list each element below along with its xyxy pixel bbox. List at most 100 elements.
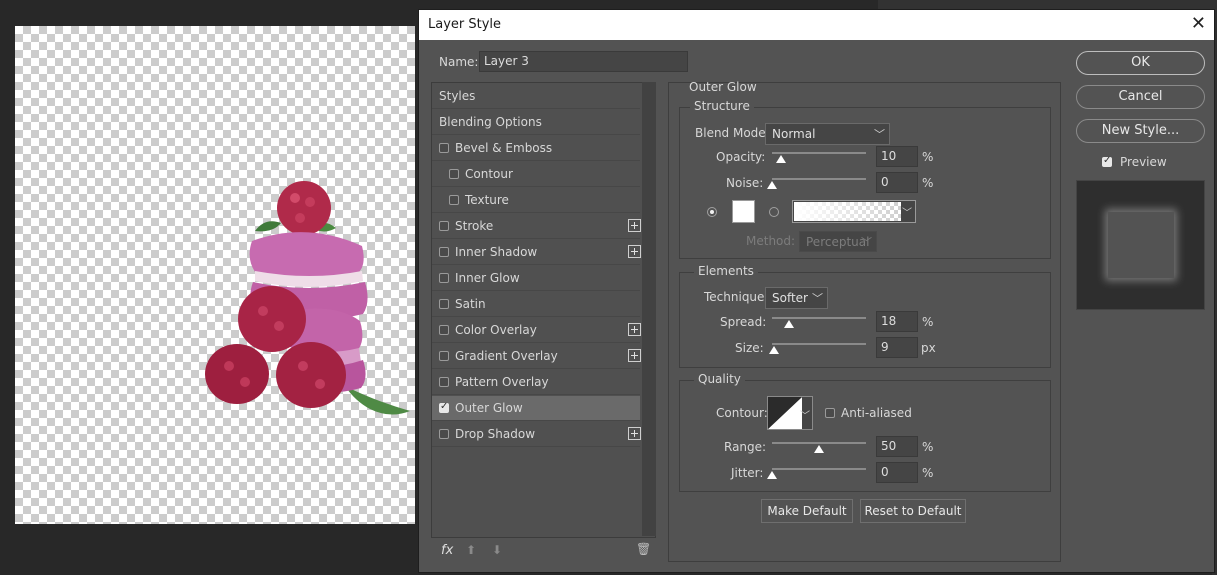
technique-value: Softer [772,291,808,305]
opacity-slider-track[interactable] [772,152,866,154]
contour-label: Contour: [716,406,768,420]
quality-title: Quality [694,372,745,386]
chevron-down-icon: ﹀ [812,292,823,305]
style-item-texture[interactable]: Texture [432,188,640,213]
size-slider-track[interactable] [772,343,866,345]
style-checkbox[interactable] [439,273,449,283]
style-checkbox[interactable] [439,299,449,309]
reset-to-default-button[interactable]: Reset to Default [860,499,966,523]
style-item-label: Inner Glow [455,271,520,285]
jitter-label: Jitter: [731,466,764,480]
styles-list-scrollbar[interactable] [642,82,656,536]
jitter-slider-thumb[interactable] [767,471,777,479]
contour-linear-icon [768,397,802,429]
style-item-drop-shadow[interactable]: Drop Shadow [432,422,641,447]
style-item-contour[interactable]: Contour [432,162,640,187]
effect-preview-thumbnail [1076,180,1205,310]
style-checkbox[interactable] [439,325,449,335]
blend-mode-value: Normal [772,127,816,141]
style-item-blending-options[interactable]: Blending Options [432,110,640,135]
method-select[interactable]: Perceptual ﹀ [799,231,877,252]
jitter-field[interactable]: 0 [876,462,918,483]
style-item-label: Outer Glow [455,401,523,415]
range-label: Range: [724,440,767,454]
move-up-icon[interactable]: ⬆ [466,543,476,557]
style-checkbox[interactable] [439,221,449,231]
style-item-inner-shadow[interactable]: Inner Shadow [432,240,641,265]
technique-select[interactable]: Softer ﹀ [765,287,828,309]
noise-slider-track[interactable] [772,178,866,180]
style-checkbox[interactable] [439,429,449,439]
add-effect-icon[interactable] [628,323,641,336]
structure-title: Structure [690,99,754,113]
style-item-color-overlay[interactable]: Color Overlay [432,318,641,343]
style-item-label: Satin [455,297,486,311]
opacity-slider-thumb[interactable] [776,155,787,163]
blend-mode-label: Blend Mode: [695,126,770,140]
add-effect-icon[interactable] [628,219,641,232]
style-item-pattern-overlay[interactable]: Pattern Overlay [432,370,640,395]
blend-mode-select[interactable]: Normal ﹀ [765,123,890,145]
style-checkbox[interactable] [439,143,449,153]
add-effect-icon[interactable] [628,427,641,440]
style-checkbox[interactable] [439,247,449,257]
method-label: Method: [746,234,796,248]
layer-name-field[interactable]: Layer 3 [479,51,688,72]
spread-slider-track[interactable] [772,317,866,319]
new-style-button[interactable]: New Style... [1076,119,1205,143]
solid-color-radio[interactable] [707,207,717,217]
spread-field[interactable]: 18 [876,311,918,332]
style-item-outer-glow[interactable]: Outer Glow [432,396,640,421]
opacity-field[interactable]: 10 [876,146,918,167]
style-item-satin[interactable]: Satin [432,292,640,317]
make-default-button[interactable]: Make Default [761,499,853,523]
chevron-down-icon: ﹀ [800,411,810,422]
style-item-label: Contour [465,167,513,181]
style-item-stroke[interactable]: Stroke [432,214,641,239]
glow-color-swatch[interactable] [732,200,755,223]
range-slider-track[interactable] [772,442,866,444]
style-item-label: Texture [465,193,509,207]
style-item-label: Gradient Overlay [455,349,558,363]
anti-aliased-checkbox[interactable] [825,408,835,418]
cancel-button[interactable]: Cancel [1076,85,1205,109]
style-item-label: Styles [439,89,476,103]
spread-unit: % [922,315,934,329]
gradient-radio[interactable] [769,207,779,217]
ok-button[interactable]: OK [1076,51,1205,75]
contour-picker[interactable]: ﹀ [767,396,813,430]
size-slider-thumb[interactable] [768,346,779,354]
range-slider-thumb[interactable] [814,445,824,453]
style-checkbox[interactable] [449,169,459,179]
noise-field[interactable]: 0 [876,172,918,193]
preview-checkbox[interactable] [1102,155,1112,167]
name-label: Name: [439,55,479,69]
style-item-gradient-overlay[interactable]: Gradient Overlay [432,344,641,369]
elements-title: Elements [694,264,758,278]
spread-slider-thumb[interactable] [783,320,794,328]
range-field[interactable]: 50 [876,436,918,457]
noise-slider-thumb[interactable] [767,181,777,189]
style-checkbox[interactable] [439,377,449,387]
document-canvas[interactable] [15,26,415,524]
style-item-styles[interactable]: Styles [432,84,640,109]
anti-aliased-label: Anti-aliased [841,406,912,420]
add-effect-icon[interactable] [628,349,641,362]
gradient-picker[interactable]: ﹀ [792,200,916,223]
close-icon[interactable]: ✕ [1191,13,1206,34]
style-item-label: Blending Options [439,115,542,129]
size-field[interactable]: 9 [876,337,918,358]
add-effect-icon[interactable] [628,245,641,258]
chevron-down-icon: ﹀ [861,236,872,249]
jitter-slider-track[interactable] [772,468,866,470]
dialog-titlebar: Layer Style ✕ [419,10,1214,40]
delete-effect-icon[interactable]: 🗑 [636,542,651,556]
move-down-icon[interactable]: ⬇ [492,543,502,557]
style-item-inner-glow[interactable]: Inner Glow [432,266,640,291]
style-checkbox[interactable] [449,195,459,205]
style-checkbox[interactable] [439,351,449,361]
fx-icon[interactable]: fx [441,543,453,558]
style-item-bevel-emboss[interactable]: Bevel & Emboss [432,136,640,161]
style-checkbox[interactable] [439,401,449,413]
layer-style-dialog: Layer Style ✕ Name: Layer 3 Styles Blendi… [418,9,1215,573]
